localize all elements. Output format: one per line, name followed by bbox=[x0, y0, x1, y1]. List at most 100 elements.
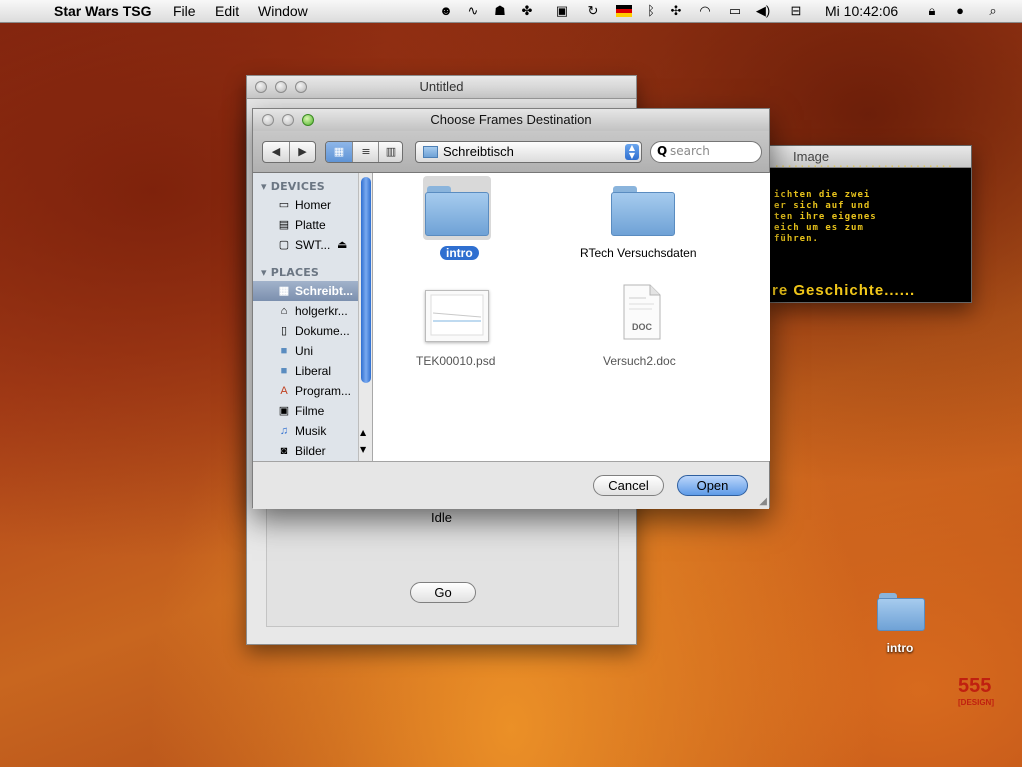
back-forward-control: ◀ ▶ bbox=[262, 141, 316, 163]
sidebar-item-label: Schreibt... bbox=[295, 284, 354, 298]
go-button[interactable]: Go bbox=[410, 582, 476, 603]
movies-icon: ▣ bbox=[278, 405, 290, 417]
search-placeholder: search bbox=[670, 144, 710, 158]
desktop-folder-icon[interactable] bbox=[877, 593, 925, 631]
paw-icon[interactable]: ✤ bbox=[519, 3, 535, 19]
folder-icon: ■ bbox=[280, 345, 288, 357]
sync-icon[interactable]: ↻ bbox=[585, 3, 601, 19]
sidebar-item-schreibtisch[interactable]: ▦ Schreibt... bbox=[253, 281, 358, 301]
file-item-intro[interactable] bbox=[423, 176, 491, 240]
sidebar-item-musik[interactable]: ♫ Musik bbox=[253, 421, 358, 441]
scrollbar-thumb[interactable] bbox=[361, 177, 371, 383]
sidebar-item-label: Filme bbox=[295, 404, 325, 418]
image-window: Image ............................ ichte… bbox=[767, 145, 972, 303]
flag-de-icon[interactable] bbox=[616, 3, 632, 19]
spaces-icon[interactable]: ▣ bbox=[554, 3, 570, 19]
close-button-icon[interactable] bbox=[255, 81, 267, 93]
choose-destination-dialog: Choose Frames Destination ◀ ▶ ▦ ≡ ▥ Schr… bbox=[252, 108, 770, 509]
eject-icon[interactable]: ⏏ bbox=[337, 235, 347, 255]
dialog-footer: Cancel Open ◢ bbox=[253, 461, 769, 509]
menu-file[interactable]: File bbox=[173, 0, 196, 22]
zoom-button-icon[interactable] bbox=[302, 114, 314, 126]
menu-bar: Star Wars TSG File Edit Window ☻ ∿ ☗ ✤ ▣… bbox=[0, 0, 1022, 23]
untitled-titlebar[interactable]: Untitled bbox=[247, 76, 636, 99]
app-menu[interactable]: Star Wars TSG bbox=[54, 0, 152, 22]
folder-icon bbox=[425, 186, 489, 236]
sidebar-item-dokumente[interactable]: ▯ Dokume... bbox=[253, 321, 358, 341]
sidebar-item-platte[interactable]: ▤ Platte bbox=[253, 215, 358, 235]
minimize-button-icon[interactable] bbox=[282, 114, 294, 126]
sidebar-item-label: Homer bbox=[295, 198, 332, 212]
sidebar-item-programme[interactable]: A Program... bbox=[253, 381, 358, 401]
user-icon[interactable]: ● bbox=[952, 3, 968, 19]
desktop-folder-label[interactable]: intro bbox=[870, 641, 930, 655]
clock[interactable]: Mi 10:42:06 bbox=[825, 0, 898, 22]
battery-icon[interactable]: ▭ bbox=[727, 3, 743, 19]
sidebar-item-bilder[interactable]: ◙ Bilder bbox=[253, 441, 358, 461]
zoom-button-icon[interactable] bbox=[295, 81, 307, 93]
window-title: Untitled bbox=[419, 79, 464, 94]
sidebar-item-label: Uni bbox=[295, 344, 314, 358]
file-item-psd[interactable] bbox=[425, 290, 489, 342]
volume-icon[interactable]: ◀) bbox=[755, 3, 771, 19]
lock-icon[interactable]: 🔒︎ bbox=[924, 3, 940, 19]
crawl-line: führen. bbox=[774, 234, 819, 244]
growl-icon[interactable]: ☻ bbox=[438, 3, 454, 19]
back-arrow-icon[interactable]: ◀ bbox=[263, 142, 290, 162]
file-label[interactable]: Versuch2.doc bbox=[603, 354, 676, 368]
ghost-icon[interactable]: ☗ bbox=[492, 3, 508, 19]
column-view-icon[interactable]: ▥ bbox=[378, 142, 403, 162]
bluetooth-icon[interactable]: ᛒ bbox=[643, 3, 659, 19]
devices-header[interactable]: ▾ DEVICES bbox=[261, 180, 325, 193]
crawl-headline: re Geschichte...... bbox=[772, 282, 916, 299]
documents-icon: ▯ bbox=[280, 325, 288, 337]
scroll-down-arrow-icon[interactable]: ▼ bbox=[360, 445, 366, 454]
scroll-up-arrow-icon[interactable]: ▲ bbox=[360, 428, 366, 437]
crawl-line: ............................ bbox=[774, 160, 954, 170]
spotlight-search-icon[interactable]: ⌕ bbox=[985, 3, 1001, 19]
display-icon[interactable]: ⊟ bbox=[788, 3, 804, 19]
close-button-icon[interactable] bbox=[262, 114, 274, 126]
sidebar-item-home[interactable]: ⌂ holgerkr... bbox=[253, 301, 358, 321]
icon-view-icon[interactable]: ▦ bbox=[326, 142, 352, 162]
sidebar-item-uni[interactable]: ■ Uni bbox=[253, 341, 358, 361]
file-label[interactable]: TEK00010.psd bbox=[416, 354, 495, 368]
menu-edit[interactable]: Edit bbox=[215, 0, 239, 22]
sidebar-item-filme[interactable]: ▣ Filme bbox=[253, 401, 358, 421]
folder-icon bbox=[423, 146, 438, 158]
file-label[interactable]: RTech Versuchsdaten bbox=[580, 246, 697, 260]
psd-thumbnail-icon bbox=[430, 294, 484, 336]
search-field[interactable]: Q search bbox=[650, 141, 762, 163]
dialog-titlebar[interactable]: Choose Frames Destination bbox=[253, 109, 769, 131]
file-browser: intro RTech Versuchsdaten TEK00010.psd D… bbox=[373, 173, 770, 461]
file-label[interactable]: intro bbox=[440, 246, 479, 260]
script-icon[interactable]: ∿ bbox=[465, 3, 481, 19]
crawl-line: er sich auf und bbox=[774, 201, 871, 211]
sidebar-scrollbar[interactable]: ▲ ▼ bbox=[358, 173, 372, 461]
file-item-rtech[interactable] bbox=[609, 183, 677, 243]
toolbar: ◀ ▶ ▦ ≡ ▥ Schreibtisch ▲ ▼ Q search bbox=[253, 131, 769, 173]
sidebar-item-swt[interactable]: ▢ SWT... ⏏ bbox=[253, 235, 358, 255]
network-icon[interactable]: ✣ bbox=[668, 3, 684, 19]
sidebar-item-liberal[interactable]: ■ Liberal bbox=[253, 361, 358, 381]
dialog-title: Choose Frames Destination bbox=[430, 112, 592, 127]
file-item-doc[interactable]: DOC bbox=[622, 284, 662, 340]
sidebar-item-label: Platte bbox=[295, 218, 326, 232]
sidebar-item-homer[interactable]: ▭ Homer bbox=[253, 195, 358, 215]
design-logo: 555 [DESIGN] bbox=[952, 675, 1002, 715]
forward-arrow-icon[interactable]: ▶ bbox=[290, 142, 315, 162]
places-header[interactable]: ▾ PLACES bbox=[261, 266, 319, 279]
crawl-text: ............................ ichten die … bbox=[774, 160, 953, 245]
open-button[interactable]: Open bbox=[677, 475, 748, 496]
sidebar-item-label: Dokume... bbox=[295, 324, 350, 338]
logo-sub: [DESIGN] bbox=[958, 698, 994, 707]
cancel-button[interactable]: Cancel bbox=[593, 475, 664, 496]
resize-grip-icon[interactable]: ◢ bbox=[759, 496, 767, 507]
location-popup[interactable]: Schreibtisch ▲ ▼ bbox=[415, 141, 642, 163]
sidebar-item-label: Liberal bbox=[295, 364, 332, 378]
wifi-icon[interactable]: ◠ bbox=[697, 3, 713, 19]
list-view-icon[interactable]: ≡ bbox=[352, 142, 379, 162]
minimize-button-icon[interactable] bbox=[275, 81, 287, 93]
music-icon: ♫ bbox=[279, 425, 289, 437]
menu-window[interactable]: Window bbox=[258, 0, 308, 22]
